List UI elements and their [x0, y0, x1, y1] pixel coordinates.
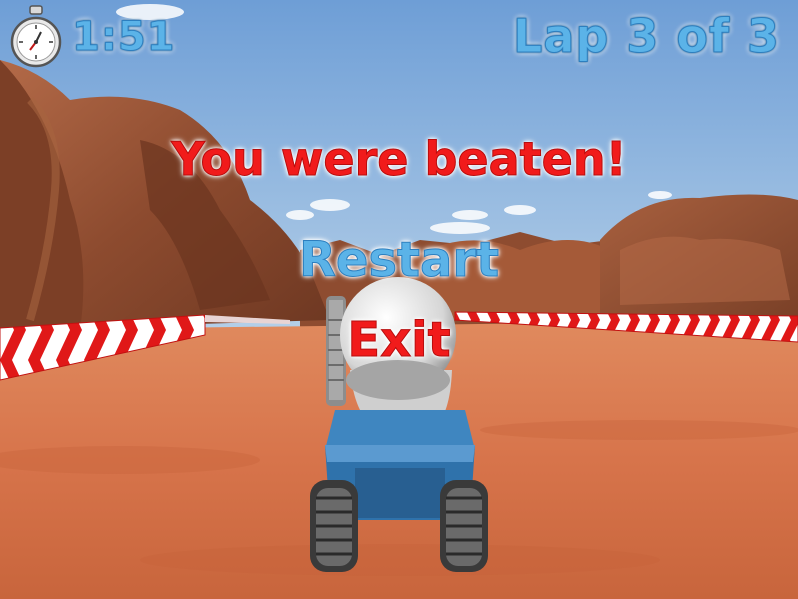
- timer-value: 1:51: [72, 14, 176, 61]
- restart-button[interactable]: Restart: [0, 228, 798, 292]
- stopwatch-icon: [10, 5, 62, 68]
- race-timer: 1:51: [8, 4, 176, 70]
- lap-counter: Lap 3 of 3: [513, 9, 780, 64]
- race-scene: [0, 0, 798, 599]
- race-result-message: You were beaten!: [171, 132, 627, 187]
- exit-button[interactable]: Exit: [0, 308, 798, 372]
